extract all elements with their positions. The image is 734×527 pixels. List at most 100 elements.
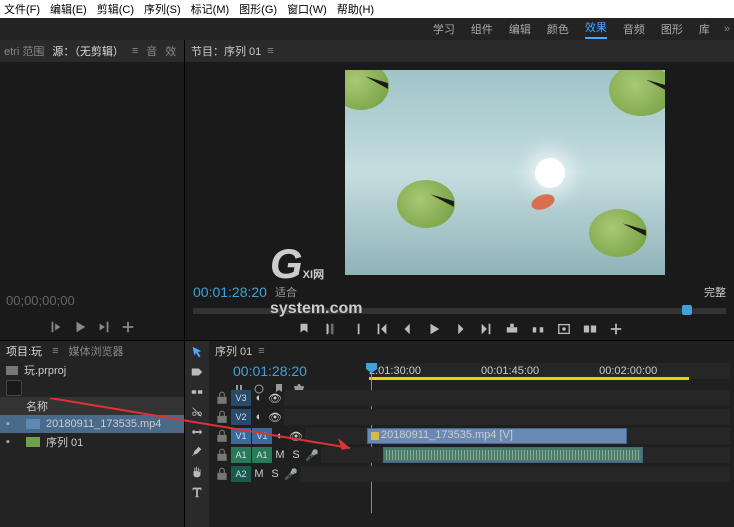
play-icon[interactable] xyxy=(73,320,87,334)
workspace-overflow-icon[interactable]: » xyxy=(724,23,728,35)
step-back-icon[interactable] xyxy=(401,322,415,336)
ws-color[interactable]: 颜色 xyxy=(547,21,569,37)
panel-menu-icon[interactable]: ≡ xyxy=(132,45,138,57)
lock-icon[interactable] xyxy=(215,448,229,462)
tab-source[interactable]: 源：（无剪辑） xyxy=(52,43,124,59)
selection-tool-icon[interactable] xyxy=(190,345,204,359)
panel-menu-icon[interactable]: ≡ xyxy=(52,345,58,357)
project-item[interactable]: ▪ 20180911_173535.mp4 xyxy=(0,415,184,433)
insert-icon[interactable] xyxy=(121,320,135,334)
ws-effects[interactable]: 效果 xyxy=(585,19,607,39)
go-to-in-icon[interactable] xyxy=(375,322,389,336)
mark-out-icon[interactable] xyxy=(97,320,111,334)
tab-media-browser[interactable]: 媒体浏览器 xyxy=(68,343,123,359)
track-v3-lane[interactable] xyxy=(284,390,730,406)
menu-help[interactable]: 帮助(H) xyxy=(337,1,374,17)
track-a2-label[interactable]: A2 xyxy=(231,466,251,482)
type-tool-icon[interactable] xyxy=(190,485,204,499)
lock-icon[interactable] xyxy=(215,429,229,443)
timeline-sequence-tab[interactable]: 序列 01 xyxy=(215,343,252,359)
ws-editing[interactable]: 编辑 xyxy=(509,21,531,37)
export-frame-icon[interactable] xyxy=(557,322,571,336)
add-marker-icon[interactable] xyxy=(297,322,311,336)
settings-plus-icon[interactable] xyxy=(609,322,623,336)
solo-icon[interactable]: S xyxy=(268,467,282,481)
panel-menu-icon[interactable]: ≡ xyxy=(258,345,264,357)
resolution-full[interactable]: 完整 xyxy=(704,284,726,300)
zoom-fit[interactable]: 适合 xyxy=(275,284,297,300)
voice-icon[interactable]: 🎤 xyxy=(284,467,298,481)
solo-icon[interactable]: S xyxy=(289,448,303,462)
playhead-handle[interactable] xyxy=(682,305,692,315)
mark-in-icon[interactable] xyxy=(323,322,337,336)
menu-markers[interactable]: 标记(M) xyxy=(191,1,230,17)
menu-sequence[interactable]: 序列(S) xyxy=(144,1,181,17)
ripple-tool-icon[interactable] xyxy=(190,385,204,399)
voice-icon[interactable]: 🎤 xyxy=(305,448,319,462)
tab-scope[interactable]: etri 范围 xyxy=(4,43,44,59)
lift-icon[interactable] xyxy=(505,322,519,336)
hand-tool-icon[interactable] xyxy=(190,465,204,479)
track-v2-label[interactable]: V2 xyxy=(231,409,251,425)
mark-in-icon[interactable] xyxy=(49,320,63,334)
column-name[interactable]: 名称 xyxy=(26,398,48,414)
lock-icon[interactable] xyxy=(215,410,229,424)
tab-project[interactable]: 项目:玩 xyxy=(6,343,42,359)
track-v2-lane[interactable] xyxy=(284,409,730,425)
project-file-row: 玩.prproj xyxy=(0,361,184,379)
track-v1-label[interactable]: V1 xyxy=(252,428,272,444)
slip-tool-icon[interactable] xyxy=(190,425,204,439)
source-timecode: 00;00;00;00 xyxy=(6,293,75,308)
ws-graphics[interactable]: 图形 xyxy=(661,21,683,37)
step-forward-icon[interactable] xyxy=(453,322,467,336)
track-target-a1[interactable]: A1 xyxy=(231,447,251,463)
work-area-bar[interactable] xyxy=(369,377,689,380)
track-a1-lane[interactable] xyxy=(321,447,730,463)
program-sequence[interactable]: 序列 01 xyxy=(224,43,261,59)
ws-libraries[interactable]: 库 xyxy=(699,21,710,37)
toggle-output-icon[interactable]: ◐ xyxy=(273,429,287,443)
eye-icon[interactable]: 👁 xyxy=(289,429,303,443)
toggle-output-icon[interactable]: ◐ xyxy=(252,410,266,424)
program-scrubber[interactable] xyxy=(193,308,726,314)
sequence-icon xyxy=(26,437,40,447)
ws-assembly[interactable]: 组件 xyxy=(471,21,493,37)
track-v1-lane[interactable]: 20180911_173535.mp4 [V] xyxy=(305,428,730,444)
play-icon[interactable] xyxy=(427,322,441,336)
track-a2-lane[interactable] xyxy=(300,466,730,482)
track-v3-label[interactable]: V3 xyxy=(231,390,251,406)
video-clip[interactable]: 20180911_173535.mp4 [V] xyxy=(367,428,627,444)
menu-clip[interactable]: 剪辑(C) xyxy=(97,1,134,17)
panel-menu-icon[interactable]: ≡ xyxy=(267,45,273,57)
extract-icon[interactable] xyxy=(531,322,545,336)
track-target-v1[interactable]: V1 xyxy=(231,428,251,444)
toggle-output-icon[interactable]: ◐ xyxy=(252,391,266,405)
eye-icon[interactable]: 👁 xyxy=(268,391,282,405)
razor-tool-icon[interactable] xyxy=(190,405,204,419)
track-a1-label[interactable]: A1 xyxy=(252,447,272,463)
lock-icon[interactable] xyxy=(215,467,229,481)
program-timecode[interactable]: 00:01:28:20 xyxy=(193,284,267,300)
fx-badge-icon xyxy=(371,432,379,440)
tab-fx-short[interactable]: 效 xyxy=(165,43,176,59)
menu-window[interactable]: 窗口(W) xyxy=(287,1,327,17)
eye-icon[interactable]: 👁 xyxy=(268,410,282,424)
mute-icon[interactable]: M xyxy=(252,467,266,481)
search-input[interactable] xyxy=(6,380,22,396)
mark-out-icon[interactable] xyxy=(349,322,363,336)
go-to-out-icon[interactable] xyxy=(479,322,493,336)
menu-graphics[interactable]: 图形(G) xyxy=(239,1,277,17)
tab-audio-short[interactable]: 音 xyxy=(146,43,157,59)
project-item[interactable]: ▪ 序列 01 xyxy=(0,433,184,451)
track-select-tool-icon[interactable] xyxy=(190,365,204,379)
ws-audio[interactable]: 音频 xyxy=(623,21,645,37)
menu-file[interactable]: 文件(F) xyxy=(4,1,40,17)
lock-icon[interactable] xyxy=(215,391,229,405)
comparison-icon[interactable] xyxy=(583,322,597,336)
mute-icon[interactable]: M xyxy=(273,448,287,462)
audio-clip[interactable] xyxy=(383,447,643,463)
pen-tool-icon[interactable] xyxy=(190,445,204,459)
program-viewer[interactable] xyxy=(345,70,665,275)
menu-edit[interactable]: 编辑(E) xyxy=(50,1,87,17)
ws-learning[interactable]: 学习 xyxy=(433,21,455,37)
